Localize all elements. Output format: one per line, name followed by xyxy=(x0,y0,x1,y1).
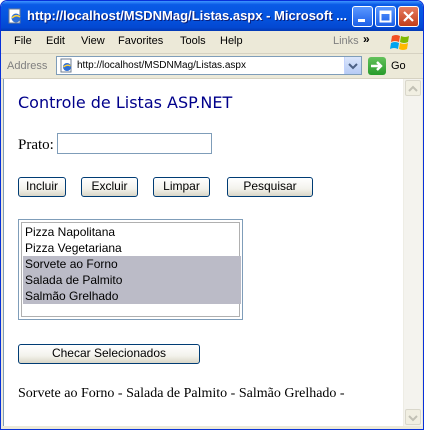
list-item[interactable]: Pizza Vegetariana xyxy=(23,240,241,256)
pratos-listbox[interactable]: Pizza Napolitana Pizza Vegetariana Sorve… xyxy=(18,219,243,320)
maximize-button[interactable] xyxy=(375,6,396,27)
vertical-scrollbar[interactable] xyxy=(403,79,422,426)
menu-favorites[interactable]: Favorites xyxy=(118,35,163,47)
menu-edit[interactable]: Edit xyxy=(46,35,65,47)
selected-result-text: Sorvete ao Forno - Salada de Palmito - S… xyxy=(18,386,345,401)
address-dropdown-button[interactable] xyxy=(344,57,361,74)
checar-selecionados-button[interactable]: Checar Selecionados xyxy=(18,344,200,364)
prato-label: Prato: xyxy=(18,137,54,153)
list-item-selected[interactable]: Salada de Palmito xyxy=(23,272,241,288)
title-bar[interactable]: http://localhost/MSDNMag/Listas.aspx - M… xyxy=(1,1,423,31)
minimize-button[interactable] xyxy=(352,6,373,27)
menu-file[interactable]: File xyxy=(14,35,32,47)
links-chevron-icon[interactable]: » xyxy=(363,32,370,46)
list-item-selected[interactable]: Sorvete ao Forno xyxy=(23,256,241,272)
address-input[interactable]: http://localhost/MSDNMag/Listas.aspx xyxy=(56,56,362,75)
menu-tools[interactable]: Tools xyxy=(180,35,206,47)
excluir-button[interactable]: Excluir xyxy=(81,177,138,197)
ie-page-icon xyxy=(7,8,23,24)
menu-help[interactable]: Help xyxy=(220,35,243,47)
browser-window: http://localhost/MSDNMag/Listas.aspx - M… xyxy=(0,0,424,430)
prato-input[interactable] xyxy=(57,133,212,154)
incluir-button[interactable]: Incluir xyxy=(18,177,66,197)
page-title: Controle de Listas ASP.NET xyxy=(18,93,233,112)
scroll-down-button[interactable] xyxy=(405,409,421,425)
list-item-selected[interactable]: Salmão Grelhado xyxy=(23,288,241,304)
address-label: Address xyxy=(7,60,48,72)
menu-bar: File Edit View Favorites Tools Help Link… xyxy=(1,31,423,54)
page-viewport: Controle de Listas ASP.NET Prato: Inclui… xyxy=(3,79,404,426)
list-item[interactable]: Pizza Napolitana xyxy=(23,224,241,240)
pesquisar-button[interactable]: Pesquisar xyxy=(227,177,313,197)
listbox-frame: Pizza Napolitana Pizza Vegetariana Sorve… xyxy=(21,222,241,317)
go-button[interactable]: Go xyxy=(368,57,418,75)
page-icon xyxy=(59,58,74,73)
window-title: http://localhost/MSDNMag/Listas.aspx - M… xyxy=(27,8,347,23)
go-label: Go xyxy=(391,60,406,72)
address-url: http://localhost/MSDNMag/Listas.aspx xyxy=(77,60,246,71)
address-bar: Address http://localhost/MSDNMag/Listas.… xyxy=(1,54,423,79)
close-button[interactable] xyxy=(398,6,419,27)
go-arrow-icon xyxy=(368,57,386,75)
menu-view[interactable]: View xyxy=(81,35,105,47)
limpar-button[interactable]: Limpar xyxy=(153,177,210,197)
links-toolbar-label[interactable]: Links xyxy=(333,35,359,47)
scroll-up-button[interactable] xyxy=(405,80,421,96)
windows-logo-icon xyxy=(389,32,413,52)
